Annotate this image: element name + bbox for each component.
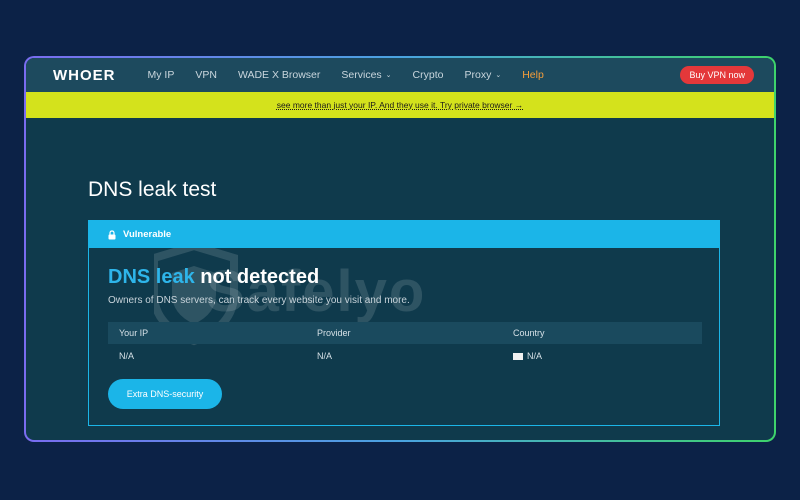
page-window: WHOER My IP VPN WADE X Browser Services ⌄…: [26, 58, 774, 440]
dns-result-card: Vulnerable DNS leak not detected Owners …: [88, 220, 720, 426]
extra-dns-security-button[interactable]: Extra DNS-security: [108, 379, 222, 409]
column-header-ip: Your IP: [119, 328, 149, 338]
nav-vpn[interactable]: VPN: [195, 69, 217, 81]
logo[interactable]: WHOER: [53, 67, 116, 84]
status-header: Vulnerable: [89, 221, 719, 248]
browser-frame: WHOER My IP VPN WADE X Browser Services ⌄…: [24, 56, 776, 442]
nav-services[interactable]: Services ⌄: [341, 69, 391, 81]
result-rest: not detected: [194, 266, 320, 288]
cell-ip: N/A: [119, 351, 135, 361]
page-title: DNS leak test: [88, 178, 217, 201]
status-label: Vulnerable: [123, 229, 172, 240]
chevron-down-icon: ⌄: [385, 72, 392, 79]
nav-help[interactable]: Help: [522, 69, 544, 81]
column-header-provider: Provider: [317, 328, 351, 338]
cell-country: N/A: [504, 351, 702, 361]
cell-provider: N/A: [317, 351, 333, 361]
nav-proxy[interactable]: Proxy ⌄: [464, 69, 501, 81]
buy-vpn-button[interactable]: Buy VPN now: [680, 66, 754, 84]
nav-crypto[interactable]: Crypto: [413, 69, 444, 81]
result-title: DNS leak not detected: [108, 266, 319, 289]
flag-icon: [513, 352, 523, 360]
lock-icon: [108, 229, 116, 239]
promo-banner-link[interactable]: see more than just your IP. And they use…: [277, 100, 523, 110]
chevron-down-icon: ⌄: [495, 72, 502, 79]
column-header-country: Country: [513, 328, 545, 338]
nav-my-ip[interactable]: My IP: [148, 69, 175, 81]
result-highlight: DNS leak: [108, 266, 195, 288]
table-header: Your IP Provider Country: [108, 322, 702, 344]
top-nav: WHOER My IP VPN WADE X Browser Services ⌄…: [26, 58, 774, 92]
nav-wade-x-browser[interactable]: WADE X Browser: [238, 69, 320, 81]
result-description: Owners of DNS servers, can track every w…: [108, 295, 410, 306]
promo-banner: see more than just your IP. And they use…: [26, 92, 774, 118]
table-row: N/A N/A N/A: [108, 347, 702, 365]
